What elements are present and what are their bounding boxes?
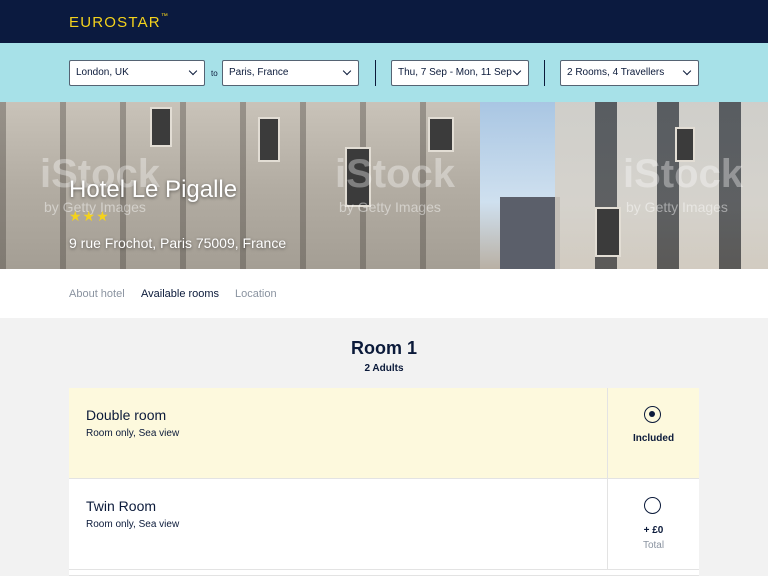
- watermark-sub: by Getty Images: [339, 199, 441, 215]
- window: [150, 107, 172, 147]
- dates-value: Thu, 7 Sep - Mon, 11 Sep: [398, 67, 512, 78]
- chevron-down-icon: [188, 66, 198, 76]
- divider: [607, 479, 608, 569]
- room-option-desc: Room only, Sea view: [86, 428, 180, 439]
- eurostar-logo[interactable]: EUROSTAR™: [69, 13, 169, 31]
- radio-dot: [649, 411, 655, 417]
- watermark: iStock: [335, 152, 456, 196]
- to-label: to: [211, 69, 218, 78]
- hotel-name: Hotel Le Pigalle: [69, 176, 238, 203]
- origin-select[interactable]: London, UK: [69, 60, 205, 86]
- room-option-desc: Room only, Sea view: [86, 519, 180, 530]
- watermark: iStock: [623, 152, 744, 196]
- watermark-sub: by Getty Images: [626, 199, 728, 215]
- price-note: Total: [642, 540, 665, 551]
- tab-about-hotel[interactable]: About hotel: [69, 288, 125, 300]
- chevron-down-icon: [682, 66, 692, 76]
- star-rating: ★★★: [69, 208, 110, 224]
- search-bar: London, UK to Paris, France Thu, 7 Sep -…: [0, 43, 768, 102]
- room-option-name: Double room: [86, 407, 167, 423]
- divider: [375, 60, 376, 86]
- hotel-address: 9 rue Frochot, Paris 75009, France: [69, 235, 287, 251]
- room-occupants: 2 Adults: [364, 363, 404, 374]
- chevron-down-icon: [342, 66, 352, 76]
- price-label: + £0: [643, 525, 664, 536]
- divider: [544, 60, 545, 86]
- window: [595, 207, 621, 257]
- window: [258, 117, 280, 162]
- rooms-value: 2 Rooms, 4 Travellers: [567, 67, 665, 78]
- window: [428, 117, 454, 152]
- room-option-twin[interactable]: Twin Room Room only, Sea view + £0 Total: [69, 479, 699, 570]
- dates-select[interactable]: Thu, 7 Sep - Mon, 11 Sep: [391, 60, 529, 86]
- hotel-tabs: About hotel Available rooms Location: [0, 269, 768, 318]
- tab-location[interactable]: Location: [235, 288, 277, 300]
- price-label: Included: [632, 433, 675, 444]
- radio-unselected[interactable]: [644, 497, 661, 514]
- tab-available-rooms[interactable]: Available rooms: [141, 288, 219, 300]
- destination-value: Paris, France: [229, 67, 289, 78]
- room-option-double[interactable]: Double room Room only, Sea view Included: [69, 388, 699, 479]
- room-title: Room 1: [350, 338, 417, 358]
- room-option-name: Twin Room: [86, 498, 157, 514]
- destination-select[interactable]: Paris, France: [222, 60, 359, 86]
- origin-value: London, UK: [76, 67, 129, 78]
- rooms-travellers-select[interactable]: 2 Rooms, 4 Travellers: [560, 60, 699, 86]
- roof: [500, 197, 560, 269]
- radio-selected[interactable]: [644, 406, 661, 423]
- chevron-down-icon: [512, 66, 522, 76]
- room-option-next: [69, 570, 699, 576]
- top-bar: EUROSTAR™: [0, 0, 768, 43]
